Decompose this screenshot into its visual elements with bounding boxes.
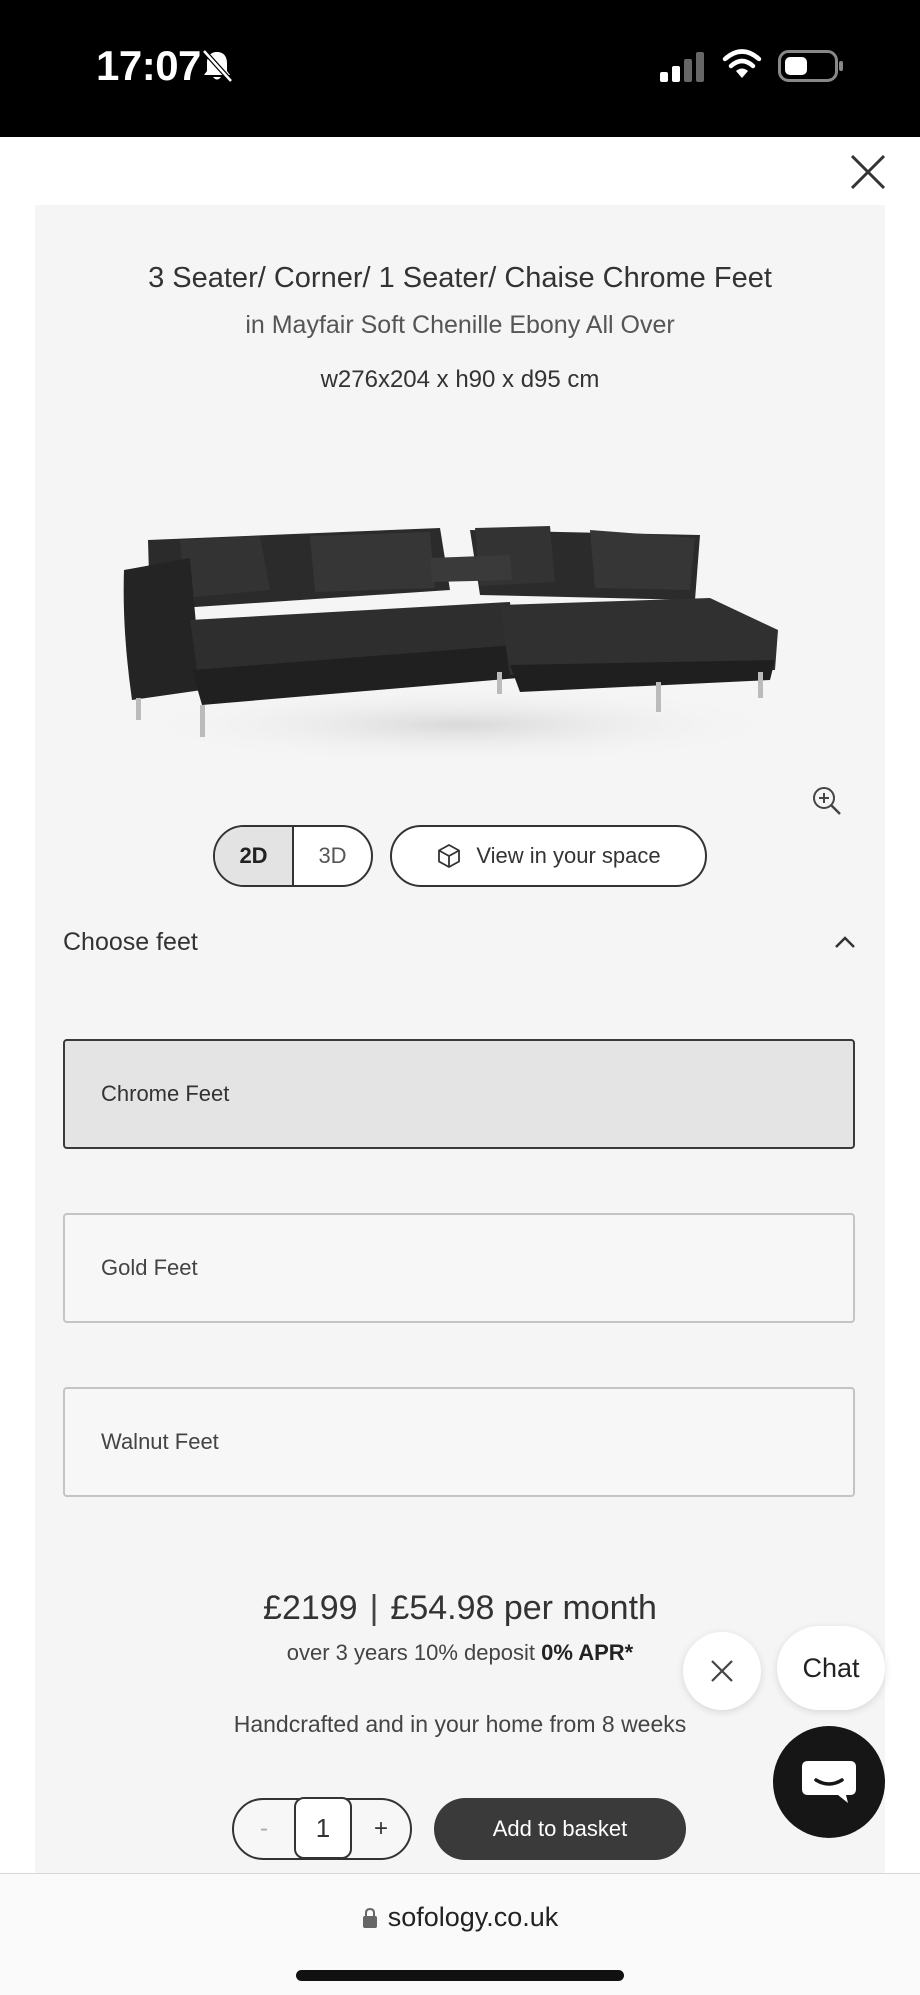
product-dimensions: w276x204 x h90 x d95 cm bbox=[320, 366, 600, 393]
status-bar: 17:07 bbox=[0, 0, 920, 137]
chevron-up-icon bbox=[835, 936, 855, 948]
product-fabric: in Mayfair Soft Chenille Ebony All Over bbox=[245, 311, 675, 339]
zoom-in-icon[interactable] bbox=[812, 786, 842, 816]
status-time: 17:07 bbox=[96, 42, 201, 89]
product-title: 3 Seater/ Corner/ 1 Seater/ Chaise Chrom… bbox=[148, 262, 772, 294]
url-text: sofology.co.uk bbox=[387, 1902, 559, 1932]
wifi-icon bbox=[722, 49, 762, 78]
view-toggle: 2D 3D bbox=[213, 825, 373, 887]
quantity-increase-button[interactable]: + bbox=[352, 1815, 410, 1843]
url-display[interactable]: sofology.co.uk bbox=[0, 1902, 920, 1933]
price-separator: | bbox=[369, 1589, 379, 1627]
toggle-3d[interactable]: 3D bbox=[294, 827, 371, 885]
choose-feet-header[interactable]: Choose feet bbox=[63, 922, 857, 962]
home-indicator bbox=[296, 1970, 624, 1981]
view-in-space-label: View in your space bbox=[476, 843, 661, 868]
chat-bubble[interactable]: Chat bbox=[777, 1626, 885, 1710]
toggle-2d[interactable]: 2D bbox=[215, 827, 294, 885]
quantity-input[interactable]: 1 bbox=[294, 1797, 352, 1859]
chat-icon bbox=[802, 1761, 856, 1803]
feet-option-chrome[interactable]: Chrome Feet bbox=[63, 1039, 855, 1149]
sofa-image bbox=[123, 526, 790, 765]
quantity-decrease-button[interactable]: - bbox=[234, 1815, 294, 1843]
close-icon bbox=[711, 1660, 733, 1682]
price-line: £2199 | £54.98 per month bbox=[0, 1589, 920, 1628]
view-in-space-button[interactable]: View in your space bbox=[390, 825, 707, 887]
chat-dismiss-button[interactable] bbox=[683, 1632, 761, 1710]
delivery-text: Handcrafted and in your home from 8 week… bbox=[233, 1711, 687, 1737]
bell-muted-icon bbox=[202, 49, 233, 83]
signal-icon bbox=[660, 52, 704, 82]
cube-icon bbox=[438, 843, 461, 869]
price: £2199 bbox=[263, 1589, 358, 1627]
add-to-basket-button[interactable]: Add to basket bbox=[434, 1798, 686, 1860]
quantity-stepper: - 1 + bbox=[232, 1797, 412, 1860]
feet-option-walnut[interactable]: Walnut Feet bbox=[63, 1387, 855, 1497]
feet-option-gold[interactable]: Gold Feet bbox=[63, 1213, 855, 1323]
choose-feet-title: Choose feet bbox=[63, 927, 198, 956]
browser-url-bar: sofology.co.uk bbox=[0, 1873, 920, 1995]
monthly-price: £54.98 per month bbox=[390, 1589, 657, 1627]
apr-text: 0% APR* bbox=[541, 1640, 634, 1665]
finance-text: over 3 years 10% deposit bbox=[286, 1640, 536, 1665]
close-icon[interactable] bbox=[846, 150, 890, 194]
lock-icon bbox=[362, 1907, 377, 1928]
chat-launcher-button[interactable] bbox=[773, 1726, 885, 1838]
battery-icon bbox=[778, 50, 843, 82]
